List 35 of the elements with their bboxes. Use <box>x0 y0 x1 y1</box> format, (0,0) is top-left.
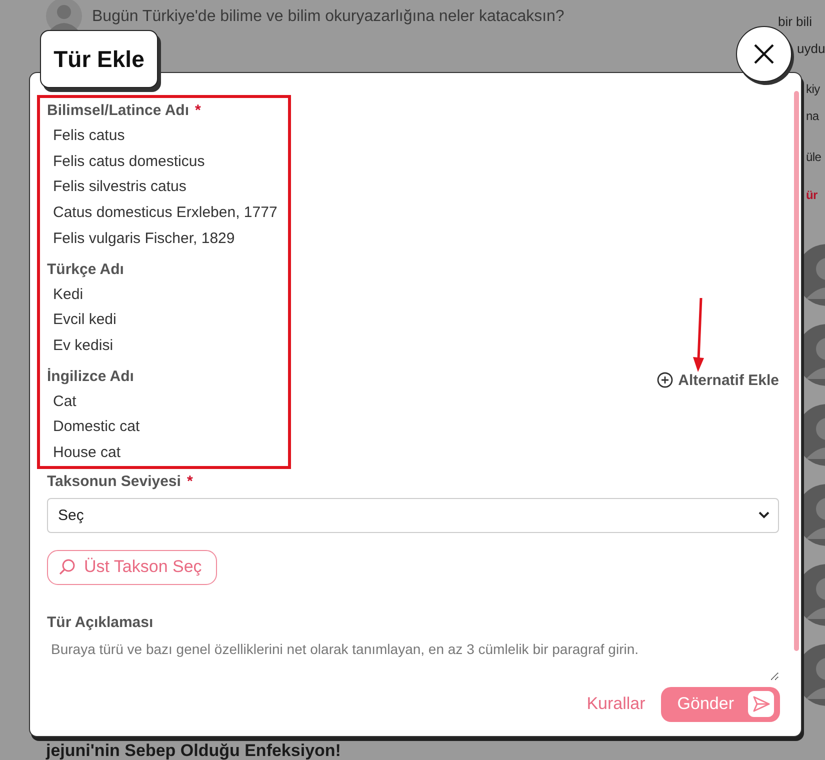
side-text: na <box>806 108 820 125</box>
field-label: Türkçe Adı <box>47 260 125 280</box>
rules-link[interactable]: Kurallar <box>586 694 646 714</box>
side-heading: üle <box>806 150 822 164</box>
article-headline: jejuni'nin Sebep Olduğu Enfeksiyon! <box>46 741 342 760</box>
name-entry: Catus domesticus Erxleben, 1777 <box>52 203 278 224</box>
field-label: Taksonun Seviyesi * <box>47 472 194 492</box>
parent-taxon-button[interactable]: Üst Takson Seç <box>47 550 217 585</box>
question-prompt: Bugün Türkiye'de bilime ve bilim okuryazarlığına neler katacaksın? <box>92 8 564 26</box>
field-label: Tür Açıklaması <box>47 612 154 633</box>
plus-circle-icon <box>657 372 674 388</box>
send-icon <box>748 691 774 718</box>
close-icon <box>752 42 776 66</box>
name-entry: Cat <box>52 392 78 412</box>
search-icon <box>58 558 76 576</box>
name-entry: Ev kedisi <box>52 336 114 356</box>
side-text: uydu <box>797 40 825 58</box>
name-entry: House cat <box>52 443 122 464</box>
scrollbar[interactable] <box>794 91 799 651</box>
side-text: kiy <box>806 81 821 98</box>
side-tag: ür <box>806 188 825 202</box>
name-entry: Evcil kedi <box>52 310 118 330</box>
field-label: Bilimsel/Latince Adı * <box>47 101 202 121</box>
chevron-down-icon <box>758 511 770 520</box>
name-entry: Kedi <box>52 284 84 305</box>
submit-button[interactable]: Gönder <box>661 686 780 722</box>
level-select[interactable]: Seç <box>47 498 779 533</box>
name-entry: Domestic cat <box>52 417 141 438</box>
name-entry: Felis vulgaris Fischer, 1829 <box>52 228 236 249</box>
name-entry: Felis catus <box>52 126 126 146</box>
add-alternative-link[interactable]: Alternatif Ekle <box>657 372 779 389</box>
name-entry: Felis catus domesticus <box>52 152 206 172</box>
side-text: bir bili <box>778 13 813 31</box>
name-entry: Felis silvestris catus <box>52 177 188 198</box>
field-label: İngilizce Adı <box>47 366 135 387</box>
